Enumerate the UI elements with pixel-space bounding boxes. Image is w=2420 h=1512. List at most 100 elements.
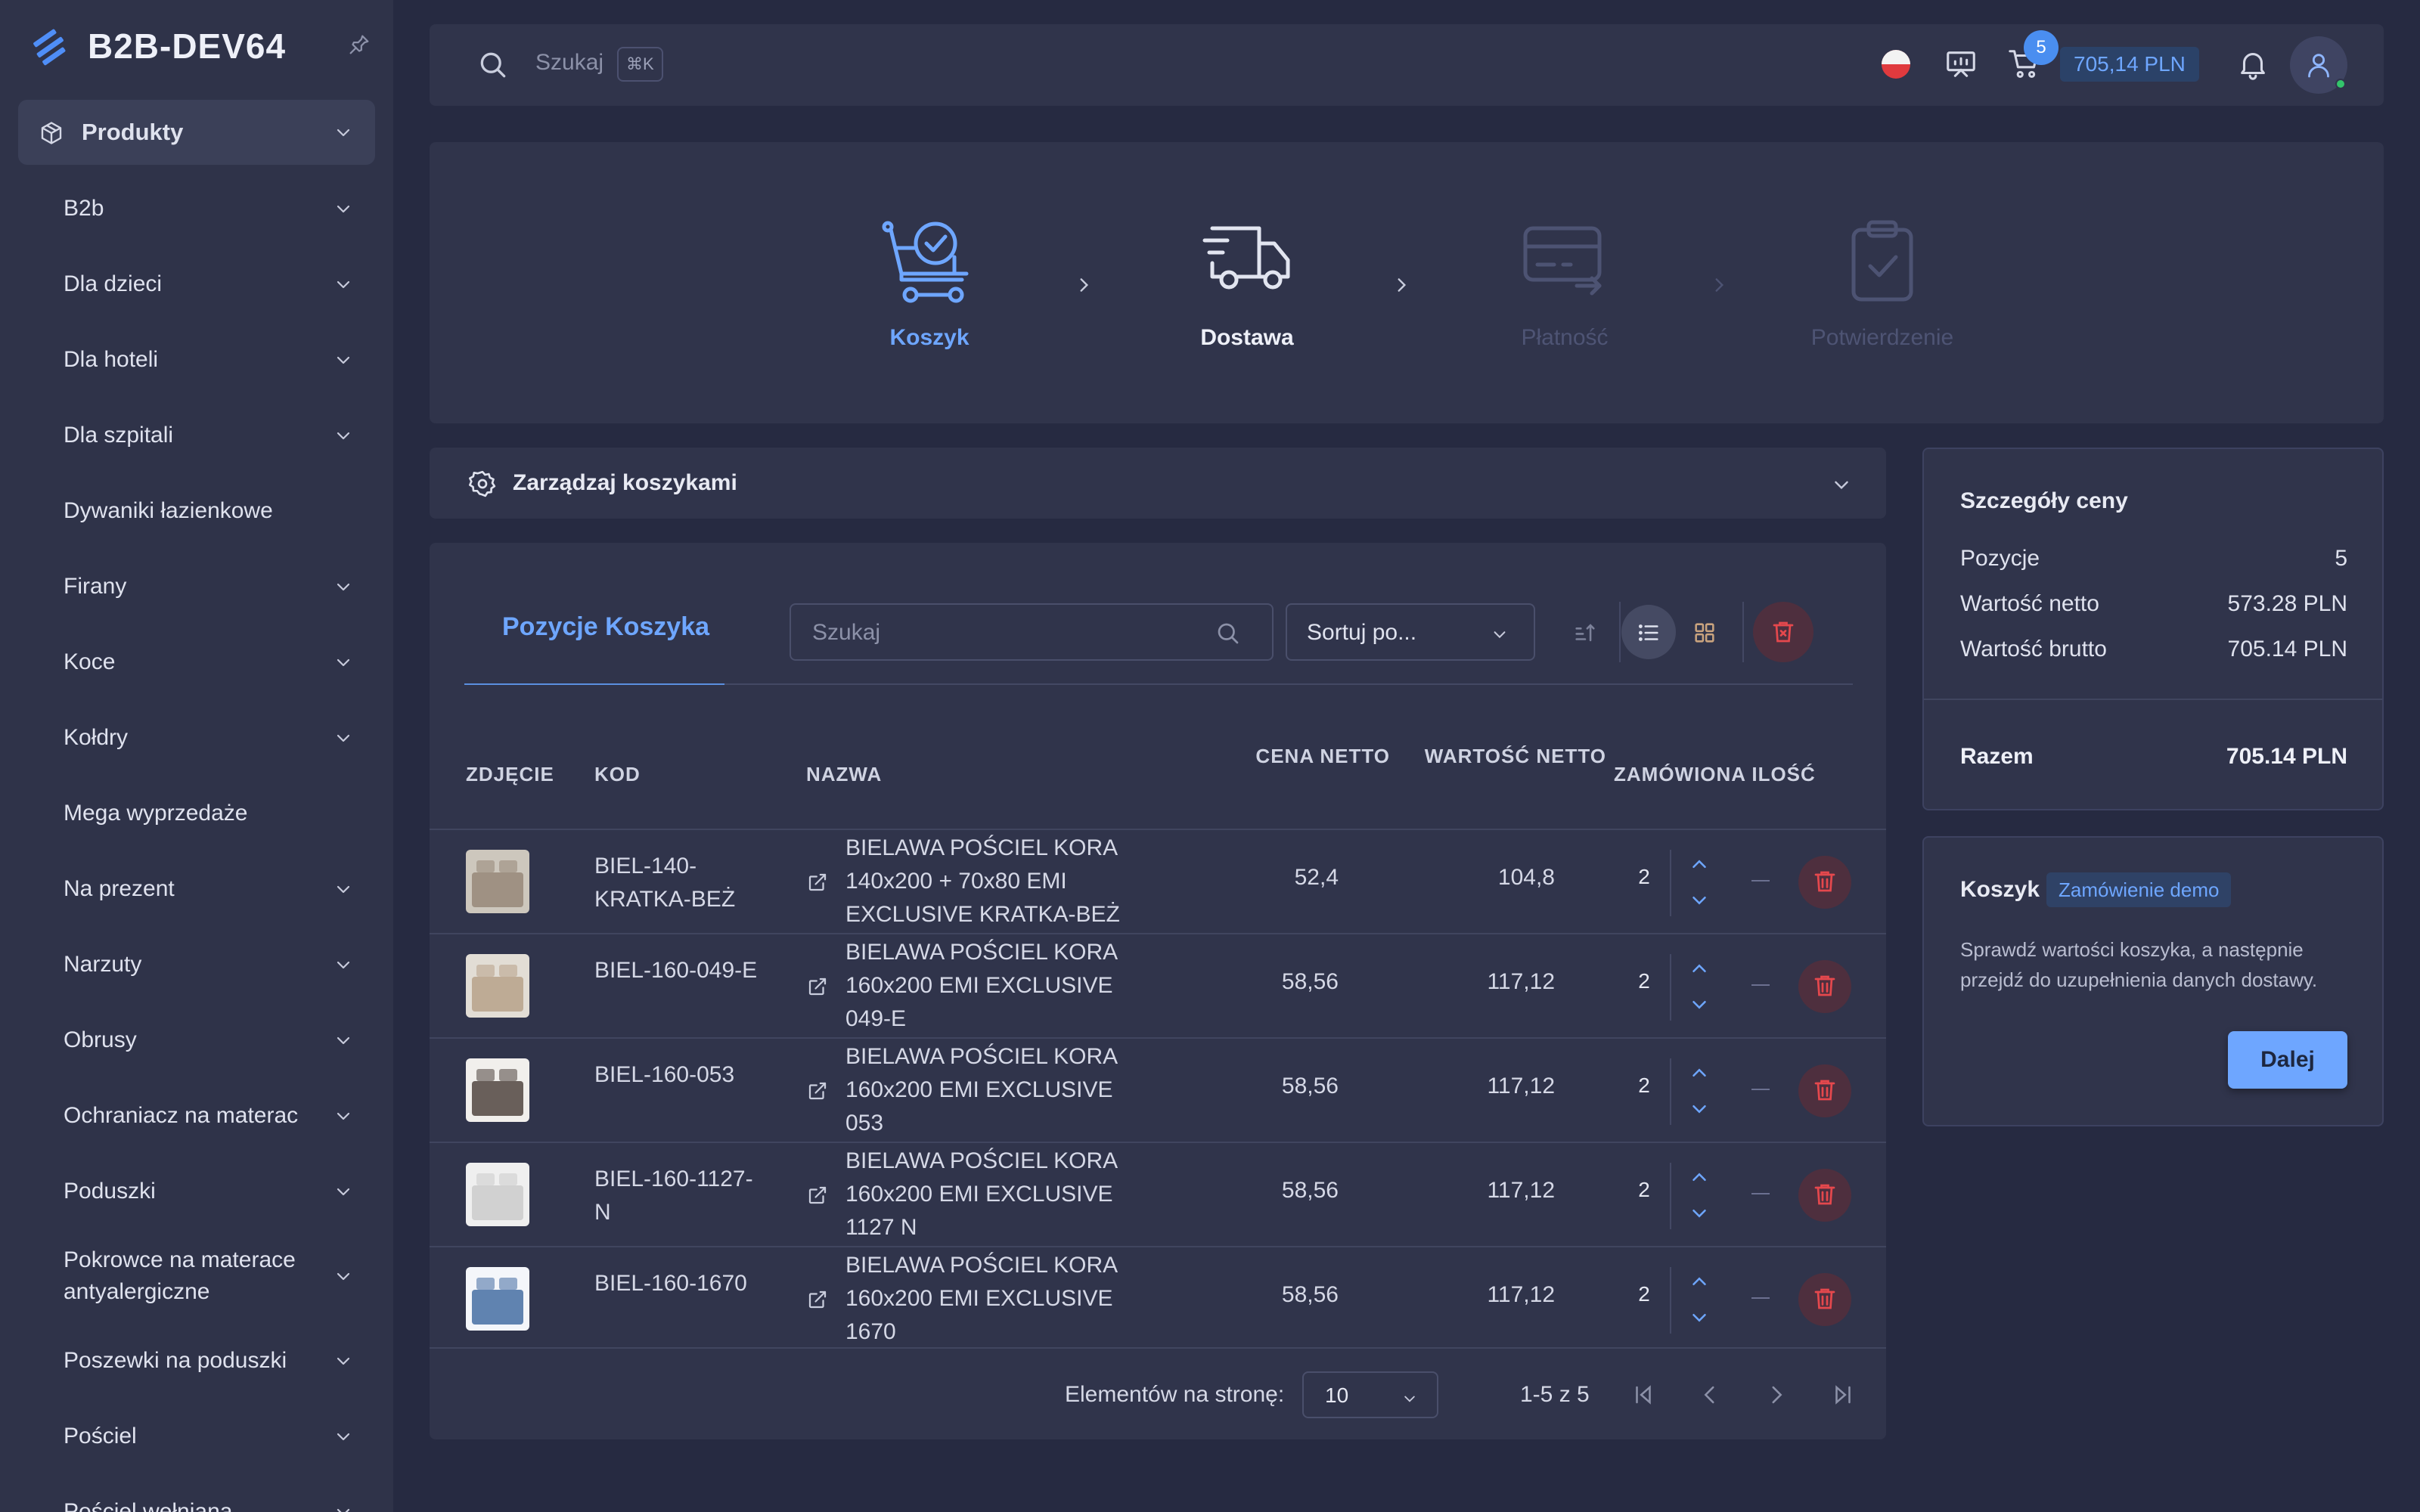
external-link-icon[interactable] <box>806 1288 829 1311</box>
sidebar-item[interactable]: Mega wyprzedaże <box>18 776 375 851</box>
global-search-input[interactable]: Szukaj <box>535 50 603 76</box>
bell-icon[interactable] <box>2235 47 2270 82</box>
chevron-down-icon <box>337 1188 350 1196</box>
delete-row-button[interactable] <box>1798 1169 1851 1222</box>
delete-row-button[interactable] <box>1798 856 1851 909</box>
step-dostawa[interactable]: Dostawa <box>1134 218 1360 351</box>
sidebar-item[interactable]: Dywaniki łazienkowe <box>18 473 375 549</box>
sidebar-item[interactable]: Pokrowce na materace antyalergiczne <box>18 1229 375 1323</box>
sidebar-item[interactable]: Kołdry <box>18 700 375 776</box>
chevron-down-icon[interactable] <box>1832 475 1851 494</box>
first-page-icon[interactable] <box>1630 1382 1656 1408</box>
sidebar-item-produkty[interactable]: Produkty <box>18 100 375 165</box>
next-page-icon[interactable] <box>1764 1382 1789 1408</box>
quantity-divider <box>1670 850 1671 916</box>
list-view-button[interactable] <box>1621 605 1676 659</box>
quantity-input[interactable]: 2 <box>1629 969 1659 993</box>
checkout-stepper: Koszyk Dostawa Płatność Potwierdzenie <box>430 142 2384 423</box>
chevron-right-icon <box>1398 278 1407 292</box>
quantity-input[interactable]: 2 <box>1629 1074 1659 1098</box>
trash-icon <box>1814 1184 1835 1205</box>
sidebar-menu: Produkty B2b Dla dzieci Dla hoteli Dla szpi… <box>18 100 375 1512</box>
external-link-icon[interactable] <box>806 1184 829 1207</box>
next-button[interactable]: Dalej <box>2228 1031 2347 1089</box>
chevron-down-icon[interactable] <box>1688 993 1711 1016</box>
sidebar-item[interactable]: Poszewki na poduszki <box>18 1323 375 1399</box>
product-name[interactable]: BIELAWA POŚCIEL KORA 160x200 EMI EXCLUSI… <box>845 936 1148 1036</box>
table-row: BIEL-140-KRATKA-BEŻ BIELAWA POŚCIEL KORA … <box>430 829 1886 933</box>
chevron-down-icon[interactable] <box>1688 1202 1711 1225</box>
sidebar-item[interactable]: Poduszki <box>18 1154 375 1229</box>
quantity-divider <box>1670 1267 1671 1334</box>
sidebar-item[interactable]: Pościel <box>18 1399 375 1474</box>
tab-cart-items[interactable]: Pozycje Koszyka <box>502 612 709 642</box>
sidebar-item[interactable]: B2b <box>18 171 375 246</box>
chevron-down-icon[interactable] <box>1688 1306 1711 1329</box>
sort-select[interactable]: Sortuj po... <box>1286 603 1535 661</box>
grid-view-button[interactable] <box>1677 605 1732 659</box>
product-name[interactable]: BIELAWA POŚCIEL KORA 140x200 + 70x80 EMI… <box>845 832 1148 931</box>
sidebar-item[interactable]: Dla szpitali <box>18 398 375 473</box>
product-thumbnail[interactable] <box>466 1267 529 1331</box>
external-link-icon[interactable] <box>806 1080 829 1102</box>
sidebar-item[interactable]: Pościel wełniana <box>18 1474 375 1512</box>
card-transfer-icon <box>1523 226 1602 296</box>
chevron-up-icon[interactable] <box>1688 853 1711 875</box>
external-link-icon[interactable] <box>806 871 829 894</box>
presentation-icon[interactable] <box>1944 47 1978 82</box>
chevron-up-icon[interactable] <box>1688 1166 1711 1188</box>
last-page-icon[interactable] <box>1830 1382 1856 1408</box>
sidebar-item[interactable]: Koce <box>18 624 375 700</box>
quantity-input[interactable]: 2 <box>1629 1282 1659 1306</box>
sidebar-item[interactable]: Firany <box>18 549 375 624</box>
external-link-icon[interactable] <box>806 975 829 998</box>
step-koszyk[interactable]: Koszyk <box>816 218 1043 351</box>
cart-amount-chip[interactable]: 705,14 PLN <box>2060 47 2199 82</box>
user-avatar[interactable] <box>2290 36 2347 94</box>
chevron-up-icon[interactable] <box>1688 1061 1711 1084</box>
product-name[interactable]: BIELAWA POŚCIEL KORA 160x200 EMI EXCLUSI… <box>845 1249 1148 1349</box>
delete-row-button[interactable] <box>1798 1064 1851 1117</box>
sidebar-item-label: Mega wyprzedaże <box>64 801 248 826</box>
chevron-down-icon[interactable] <box>1688 889 1711 912</box>
chevron-down-icon <box>337 583 350 591</box>
col-value: WARTOŚĆ NETTO <box>1424 745 1606 767</box>
delete-row-button[interactable] <box>1798 1273 1851 1326</box>
delete-row-button[interactable] <box>1798 960 1851 1013</box>
sidebar-item[interactable]: Narzuty <box>18 927 375 1002</box>
sidebar-item[interactable]: Dla dzieci <box>18 246 375 322</box>
cart-search-input[interactable]: Szukaj <box>790 603 1274 661</box>
product-thumbnail[interactable] <box>466 954 529 1018</box>
step-label: Koszyk <box>889 325 970 350</box>
clear-cart-button[interactable] <box>1753 602 1813 662</box>
net-price: 58,56 <box>1281 1074 1339 1098</box>
sidebar-item[interactable]: Na prezent <box>18 851 375 927</box>
brand-logo-icon <box>33 29 66 66</box>
sidebar-item[interactable]: Dla hoteli <box>18 322 375 398</box>
net-row: Wartość netto 573.28 PLN <box>1960 591 2347 617</box>
sidebar-item[interactable]: Ochraniacz na materac <box>18 1078 375 1154</box>
quantity-input[interactable]: 2 <box>1629 1178 1659 1202</box>
product-name[interactable]: BIELAWA POŚCIEL KORA 160x200 EMI EXCLUSI… <box>845 1040 1148 1140</box>
per-page-select[interactable]: 10 <box>1302 1371 1438 1418</box>
sidebar-item-label: Dla szpitali <box>64 423 174 448</box>
chevron-down-icon <box>337 129 350 137</box>
sidebar-item[interactable]: Obrusy <box>18 1002 375 1078</box>
chevron-down-icon[interactable] <box>1688 1098 1711 1120</box>
pin-icon[interactable] <box>346 32 372 57</box>
prev-page-icon[interactable] <box>1697 1382 1723 1408</box>
chevron-up-icon[interactable] <box>1688 957 1711 980</box>
sidebar-item-label: Obrusy <box>64 1027 137 1052</box>
product-name[interactable]: BIELAWA POŚCIEL KORA 160x200 EMI EXCLUSI… <box>845 1145 1148 1244</box>
product-thumbnail[interactable] <box>466 1058 529 1122</box>
language-flag-icon[interactable] <box>1882 50 1910 79</box>
quantity-input[interactable]: 2 <box>1629 865 1659 889</box>
sort-direction-button[interactable] <box>1558 605 1612 659</box>
chevron-up-icon[interactable] <box>1688 1270 1711 1293</box>
grid-icon <box>1695 623 1714 643</box>
search-icon[interactable] <box>476 48 510 82</box>
product-thumbnail[interactable] <box>466 850 529 913</box>
brand[interactable]: B2B-DEV64 <box>29 21 372 71</box>
manage-carts-panel[interactable]: Zarządzaj koszykami <box>430 448 1886 519</box>
product-thumbnail[interactable] <box>466 1163 529 1226</box>
